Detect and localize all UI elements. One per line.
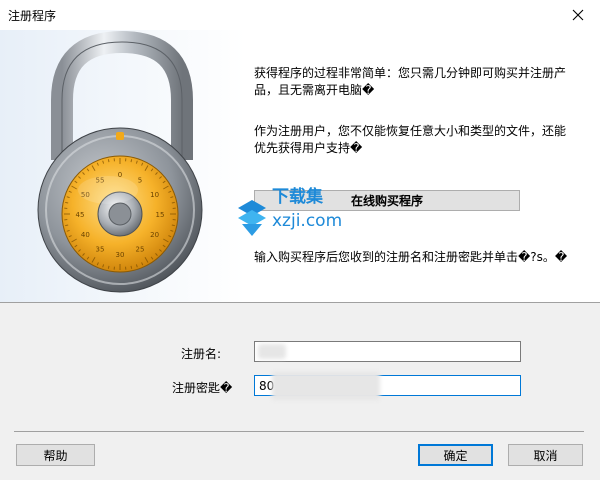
dial-tick: [171, 224, 175, 227]
info-paragraph-1: 获得程序的过程非常简单：您只需几分钟即可购买并注册产品，且无需离开电脑�: [254, 66, 567, 97]
dial-number: 40: [81, 231, 90, 239]
info-paragraph-2: 作为注册用户，您不仅能恢复任意大小和类型的文件，还能优先获得用户支持�: [254, 124, 567, 155]
dial-number: 20: [150, 231, 159, 239]
name-label: 注册名:: [181, 347, 222, 361]
footer-divider: [14, 431, 584, 432]
redacted-name: [258, 344, 286, 359]
dial-number: 5: [138, 176, 142, 184]
lock-illustration-panel: 0 5 10 15 20 25 30 35 40 45 50 55: [0, 30, 245, 302]
dial-tick: [171, 201, 175, 204]
dial-tick: [130, 159, 133, 163]
dial-number: 30: [116, 251, 125, 259]
cancel-button[interactable]: 取消: [508, 444, 583, 466]
dial-tick: [130, 265, 133, 269]
dial-number: 15: [156, 211, 165, 219]
dial-tick: [65, 224, 69, 227]
close-icon: [572, 9, 584, 21]
dial-number: 10: [150, 191, 159, 199]
info-panel: 0 5 10 15 20 25 30 35 40 45 50 55 获得程序的过程非常简单：您只需几分…: [0, 30, 600, 303]
redacted-key: [272, 372, 380, 400]
ok-button[interactable]: 确定: [418, 444, 493, 466]
title-bar: 注册程序: [0, 0, 600, 30]
dial-number: 25: [136, 246, 145, 254]
key-label: 注册密匙�: [172, 381, 233, 395]
dial-tick: [107, 159, 110, 163]
close-button[interactable]: [556, 0, 600, 30]
window-title: 注册程序: [8, 9, 57, 23]
help-button[interactable]: 帮助: [16, 444, 95, 466]
registration-name-input[interactable]: [254, 341, 521, 362]
dial-number: 45: [76, 211, 85, 219]
watermark-domain: xzji.com: [272, 211, 342, 231]
buy-online-button[interactable]: 在线购买程序: [254, 190, 520, 211]
dial-tick: [107, 265, 110, 269]
dial-tick: [65, 201, 69, 204]
dial-number: 35: [96, 246, 105, 254]
padlock-icon: 0510152025303540455055: [37, 30, 203, 293]
info-paragraph-3: 输入购买程序后您收到的注册名和注册密匙并单击�?s。�: [254, 250, 568, 264]
